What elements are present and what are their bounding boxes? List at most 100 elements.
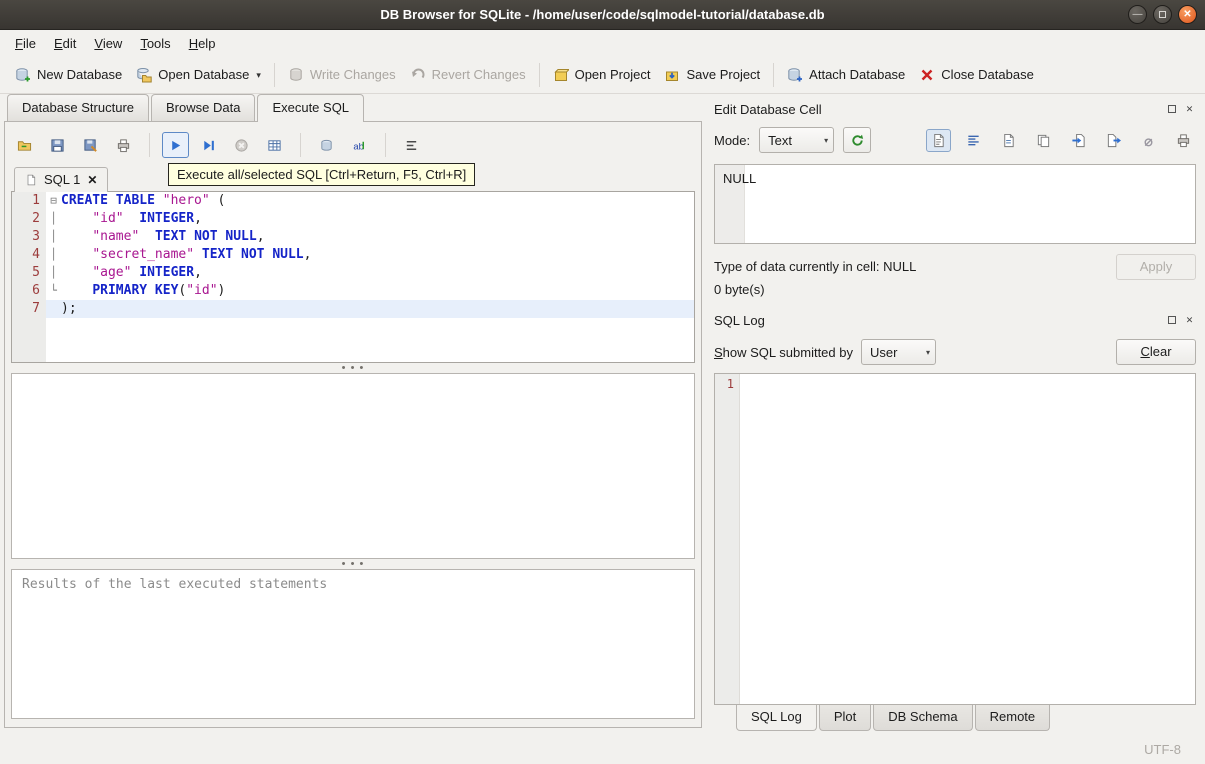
code-line[interactable]: 6 └ PRIMARY KEY("id") bbox=[12, 282, 694, 300]
execute-tooltip: Execute all/selected SQL [Ctrl+Return, F… bbox=[168, 163, 476, 186]
main-tabs: Database Structure Browse Data Execute S… bbox=[4, 94, 702, 122]
open-database-label: Open Database bbox=[158, 67, 250, 82]
splitter-handle[interactable]: • • • bbox=[11, 362, 695, 374]
save-results-button[interactable] bbox=[261, 132, 288, 158]
format-sql-button[interactable] bbox=[398, 132, 425, 158]
execute-line-button[interactable] bbox=[195, 132, 222, 158]
stop-icon bbox=[235, 138, 248, 152]
save-project-label: Save Project bbox=[686, 67, 761, 82]
save-sql-file-as-button[interactable] bbox=[77, 132, 104, 158]
save-sql-file-button[interactable] bbox=[44, 132, 71, 158]
set-null-button[interactable] bbox=[1136, 129, 1161, 152]
dock-tab-plot[interactable]: Plot bbox=[818, 704, 872, 731]
new-database-icon bbox=[16, 67, 30, 81]
auto-completion-button[interactable]: ab bbox=[346, 132, 373, 158]
sql-tab[interactable]: SQL 1 ✕ bbox=[14, 167, 109, 192]
menu-help[interactable]: Help bbox=[180, 32, 225, 55]
text-document-button[interactable] bbox=[926, 128, 951, 152]
save-project-button[interactable]: Save Project bbox=[657, 62, 767, 88]
find-replace-button[interactable] bbox=[313, 132, 340, 158]
dock-tab-remote[interactable]: Remote bbox=[974, 704, 1051, 731]
clear-button[interactable]: Clear bbox=[1116, 339, 1196, 365]
dock-tab-sql-log[interactable]: SQL Log bbox=[736, 704, 817, 731]
encoding-indicator[interactable]: UTF-8 bbox=[1144, 742, 1181, 757]
minimize-button[interactable]: — bbox=[1128, 5, 1147, 24]
new-database-button[interactable]: New Database bbox=[8, 62, 129, 88]
save-cell-button[interactable] bbox=[996, 129, 1021, 152]
save-project-icon bbox=[666, 71, 679, 81]
align-left-icon bbox=[968, 135, 979, 145]
menu-file[interactable]: File bbox=[6, 32, 45, 55]
fold-marker-icon[interactable]: ⊟ bbox=[46, 192, 61, 210]
close-dock-icon[interactable]: ✕ bbox=[1183, 103, 1196, 116]
code-line[interactable]: 5 │ "age" INTEGER, bbox=[12, 264, 694, 282]
window-title: DB Browser for SQLite - /home/user/code/… bbox=[380, 7, 825, 22]
word-wrap-button[interactable] bbox=[961, 129, 986, 152]
execute-all-button[interactable] bbox=[162, 132, 189, 158]
auto-switch-mode-button[interactable] bbox=[843, 127, 872, 153]
code-line[interactable]: 1 ⊟ CREATE TABLE "hero" ( bbox=[12, 192, 694, 210]
mode-combo-value: Text bbox=[768, 132, 792, 148]
open-project-icon bbox=[553, 68, 569, 81]
cell-value: NULL bbox=[723, 171, 757, 186]
close-database-button[interactable]: Close Database bbox=[912, 62, 1041, 88]
code-line[interactable]: 3 │ "name" TEXT NOT NULL, bbox=[12, 228, 694, 246]
submitted-by-combo[interactable]: User ▾ bbox=[860, 339, 936, 365]
toolbar-separator bbox=[300, 133, 301, 157]
tab-database-structure[interactable]: Database Structure bbox=[7, 94, 150, 121]
cell-editor-icons bbox=[926, 128, 1196, 152]
line-number: 3 bbox=[12, 228, 46, 246]
maximize-button[interactable] bbox=[1153, 5, 1172, 24]
window-controls: — ✕ bbox=[1128, 5, 1197, 24]
editor-empty-area[interactable] bbox=[12, 318, 694, 362]
tab-execute-sql[interactable]: Execute SQL bbox=[257, 94, 365, 122]
close-database-label: Close Database bbox=[941, 67, 1034, 82]
splitter-handle[interactable]: • • • bbox=[11, 558, 695, 570]
save-icon bbox=[1004, 133, 1014, 147]
menu-edit[interactable]: Edit bbox=[45, 32, 85, 55]
float-dock-icon[interactable] bbox=[1165, 103, 1178, 116]
mode-combo[interactable]: Text ▾ bbox=[759, 127, 835, 153]
dock-tab-db-schema[interactable]: DB Schema bbox=[873, 704, 973, 731]
code-line[interactable]: 7 ); bbox=[12, 300, 694, 318]
title-bar[interactable]: DB Browser for SQLite - /home/user/code/… bbox=[0, 0, 1205, 30]
code-line[interactable]: 4 │ "secret_name" TEXT NOT NULL, bbox=[12, 246, 694, 264]
sql-log-view[interactable]: 1 bbox=[714, 373, 1196, 705]
open-database-dropdown-icon[interactable]: ▾ bbox=[256, 70, 261, 83]
results-grid[interactable] bbox=[11, 373, 695, 559]
cell-editor[interactable]: NULL bbox=[714, 164, 1196, 244]
word-wrap-icon bbox=[406, 140, 417, 150]
close-button[interactable]: ✕ bbox=[1178, 5, 1197, 24]
attach-database-label: Attach Database bbox=[809, 67, 906, 82]
code-text: PRIMARY KEY("id") bbox=[92, 283, 226, 298]
open-database-button[interactable]: Open Database ▾ bbox=[129, 62, 268, 88]
copy-icon bbox=[1037, 134, 1050, 147]
print-cell-button[interactable] bbox=[1171, 129, 1196, 152]
tab-browse-data[interactable]: Browse Data bbox=[151, 94, 256, 121]
menu-tools[interactable]: Tools bbox=[131, 32, 179, 55]
line-number: 6 bbox=[12, 282, 46, 300]
fold-guide: │ bbox=[50, 230, 57, 243]
sql-tab-close-icon[interactable]: ✕ bbox=[87, 173, 97, 187]
copy-cell-button[interactable] bbox=[1031, 129, 1056, 152]
open-sql-file-button[interactable] bbox=[11, 132, 38, 158]
open-sql-file-icon bbox=[17, 140, 32, 151]
menu-view[interactable]: View bbox=[85, 32, 131, 55]
line-number: 2 bbox=[12, 210, 46, 228]
export-cell-button[interactable] bbox=[1101, 129, 1126, 152]
database-icon bbox=[321, 139, 332, 151]
float-dock-icon[interactable] bbox=[1165, 314, 1178, 327]
execute-sql-panel: ab SQL 1 ✕ 1 ⊟ CREATE TABLE "hero" (2 │ "id… bbox=[4, 121, 702, 728]
revert-changes-label: Revert Changes bbox=[431, 67, 526, 82]
results-message-pane[interactable]: Results of the last executed statements bbox=[11, 569, 695, 719]
close-dock-icon[interactable]: ✕ bbox=[1183, 314, 1196, 327]
fold-guide: │ bbox=[50, 212, 57, 225]
attach-database-button[interactable]: Attach Database bbox=[780, 62, 912, 88]
cell-editor-toolbar: Mode: Text ▾ bbox=[714, 127, 1196, 153]
import-cell-button[interactable] bbox=[1066, 129, 1091, 152]
line-number: 1 bbox=[12, 192, 46, 210]
open-project-button[interactable]: Open Project bbox=[546, 62, 658, 88]
sql-editor[interactable]: 1 ⊟ CREATE TABLE "hero" (2 │ "id" INTEGER, 3… bbox=[11, 191, 695, 363]
print-sql-button[interactable] bbox=[110, 132, 137, 158]
code-line[interactable]: 2 │ "id" INTEGER, bbox=[12, 210, 694, 228]
